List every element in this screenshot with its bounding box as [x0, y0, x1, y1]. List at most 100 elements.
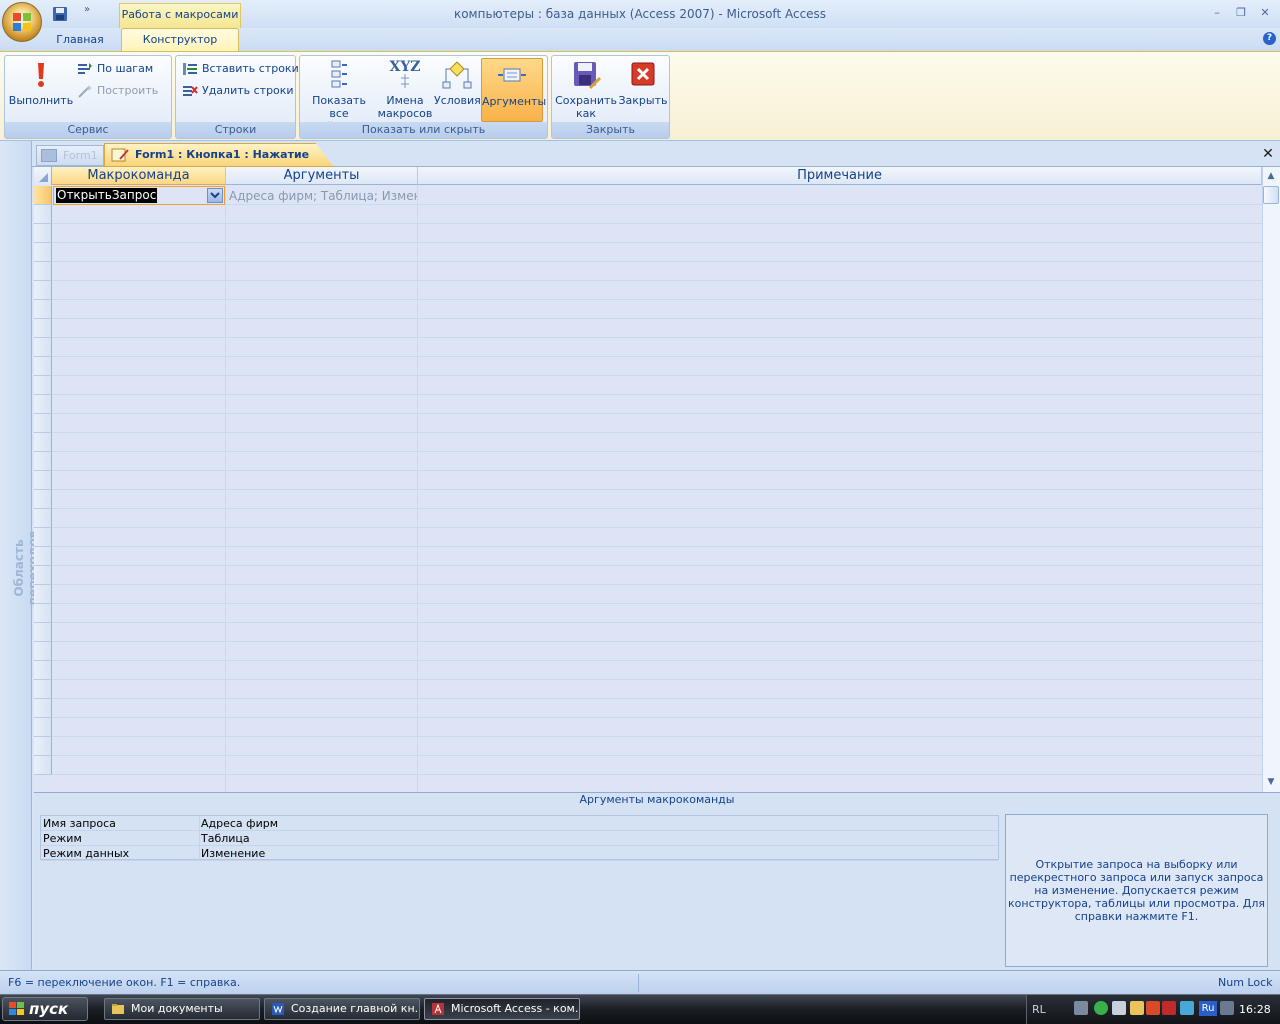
vertical-scrollbar[interactable]: [1262, 167, 1280, 792]
row-selector[interactable]: [34, 300, 52, 319]
arguments-button[interactable]: Аргументы: [481, 58, 546, 122]
row-divider: [52, 736, 1262, 737]
speaker-icon[interactable]: [1146, 1001, 1160, 1015]
start-button[interactable]: пуск: [2, 997, 88, 1021]
step-icon: [78, 63, 92, 74]
conditions-button[interactable]: Условия: [434, 58, 481, 122]
antivirus-icon[interactable]: [1162, 1001, 1176, 1015]
language-indicator[interactable]: RL: [1032, 1003, 1046, 1016]
close-window-button[interactable]: ✕: [1256, 6, 1274, 20]
row-selector[interactable]: [34, 756, 52, 775]
argument-row-data-mode[interactable]: Режим данных Изменение: [41, 846, 998, 861]
row-selector[interactable]: [34, 566, 52, 585]
status-green-icon[interactable]: [1094, 1001, 1108, 1015]
row-selector[interactable]: [34, 737, 52, 756]
row-selector[interactable]: [34, 376, 52, 395]
save-as-button[interactable]: Сохранить как: [554, 58, 618, 122]
row-selector[interactable]: [34, 623, 52, 642]
column-header-action[interactable]: Макрокоманда: [52, 167, 226, 185]
step-button[interactable]: По шагам: [77, 60, 153, 78]
close-macro-button[interactable]: Закрыть: [618, 58, 668, 122]
doc-tab-macro[interactable]: Form1 : Кнопка1 : Нажатие кнопки: [104, 143, 334, 167]
taskbar-item-word[interactable]: Создание главной кн...: [264, 998, 420, 1020]
taskbar-item-my-documents[interactable]: Мои документы: [104, 998, 260, 1020]
column-header-comment[interactable]: Примечание: [418, 167, 1262, 185]
row-selector[interactable]: [34, 661, 52, 680]
row-selector[interactable]: [34, 243, 52, 262]
action-dropdown-button[interactable]: [207, 188, 223, 203]
tab-home[interactable]: Главная: [44, 30, 116, 52]
argument-row-query-name[interactable]: Имя запроса Адреса фирм: [41, 816, 998, 831]
macro-names-button[interactable]: XYZ Имена макросов: [376, 58, 434, 122]
row-selector[interactable]: [34, 186, 52, 205]
delete-rows-button[interactable]: Удалить строки: [182, 82, 294, 100]
row-selector[interactable]: [34, 604, 52, 623]
column-divider: [417, 185, 418, 792]
row-selector[interactable]: [34, 433, 52, 452]
row-divider: [52, 337, 1262, 338]
row-selector[interactable]: [34, 471, 52, 490]
run-button[interactable]: Выполнить: [7, 58, 75, 122]
tray-update-icon[interactable]: [1180, 1001, 1194, 1015]
row-selector[interactable]: [34, 642, 52, 661]
tab-design[interactable]: Конструктор: [121, 28, 239, 52]
restore-button[interactable]: ❒: [1232, 6, 1250, 20]
group-close-label: Закрыть: [552, 122, 669, 138]
row-selector[interactable]: [34, 262, 52, 281]
row-selector[interactable]: [34, 452, 52, 471]
tray-app-icon[interactable]: [1130, 1001, 1144, 1015]
row-selector[interactable]: [34, 338, 52, 357]
row-divider: [52, 660, 1262, 661]
doc-tab-form1[interactable]: Form1: [36, 145, 104, 166]
action-cell-value[interactable]: ОткрытьЗапрос: [56, 188, 158, 203]
row-selector[interactable]: [34, 357, 52, 376]
tray-misc-icon[interactable]: [1220, 1001, 1234, 1015]
row-selector[interactable]: [34, 205, 52, 224]
close-document-icon[interactable]: ✕: [1260, 146, 1276, 162]
row-selector[interactable]: [34, 395, 52, 414]
qat-customize-button[interactable]: »: [84, 4, 96, 18]
form-icon: [41, 149, 57, 162]
save-icon[interactable]: [52, 6, 68, 22]
minimize-button[interactable]: –: [1208, 6, 1226, 20]
row-selector[interactable]: [34, 680, 52, 699]
help-icon[interactable]: ?: [1263, 32, 1276, 45]
row-selector[interactable]: [34, 718, 52, 737]
row-selector[interactable]: [34, 414, 52, 433]
insert-rows-button[interactable]: Вставить строки: [182, 60, 299, 78]
argument-row-view[interactable]: Режим Таблица: [41, 831, 998, 846]
column-header-arguments[interactable]: Аргументы: [226, 167, 418, 185]
scroll-up-icon[interactable]: ▲: [1263, 168, 1279, 184]
row-divider: [52, 299, 1262, 300]
scroll-thumb[interactable]: [1263, 186, 1279, 204]
row-selector[interactable]: [34, 585, 52, 604]
exclamation-icon: [38, 63, 44, 87]
row-selector[interactable]: [34, 509, 52, 528]
row-divider: [52, 565, 1262, 566]
macro-icon: [111, 148, 129, 162]
row-selector[interactable]: [34, 224, 52, 243]
row-selector[interactable]: [34, 490, 52, 509]
row-selector[interactable]: [34, 319, 52, 338]
row-divider: [52, 394, 1262, 395]
argument-value[interactable]: Адреса фирм: [199, 816, 998, 831]
select-all-corner[interactable]: [34, 167, 52, 185]
row-selector[interactable]: [34, 528, 52, 547]
keyboard-layout-indicator[interactable]: Ru: [1199, 1001, 1217, 1016]
row-selector[interactable]: [34, 547, 52, 566]
row-divider: [52, 242, 1262, 243]
taskbar-item-access[interactable]: Microsoft Access - ком...: [424, 998, 580, 1020]
taskbar-item-label: Мои документы: [131, 1002, 223, 1015]
office-button[interactable]: [2, 2, 42, 42]
arguments-cell[interactable]: Адреса фирм; Таблица; Изменение: [229, 187, 417, 205]
scroll-down-icon[interactable]: ▼: [1263, 774, 1279, 790]
argument-value[interactable]: Таблица: [199, 831, 998, 846]
network-icon[interactable]: [1074, 1001, 1088, 1015]
volume-icon[interactable]: [1112, 1001, 1126, 1015]
show-all-actions-button[interactable]: Показать все действия: [302, 58, 376, 133]
context-tab-group-label: Работа с макросами: [119, 3, 241, 29]
row-selector[interactable]: [34, 699, 52, 718]
row-selector[interactable]: [34, 281, 52, 300]
argument-value[interactable]: Изменение: [199, 846, 998, 861]
builder-button[interactable]: Построить: [77, 82, 158, 100]
